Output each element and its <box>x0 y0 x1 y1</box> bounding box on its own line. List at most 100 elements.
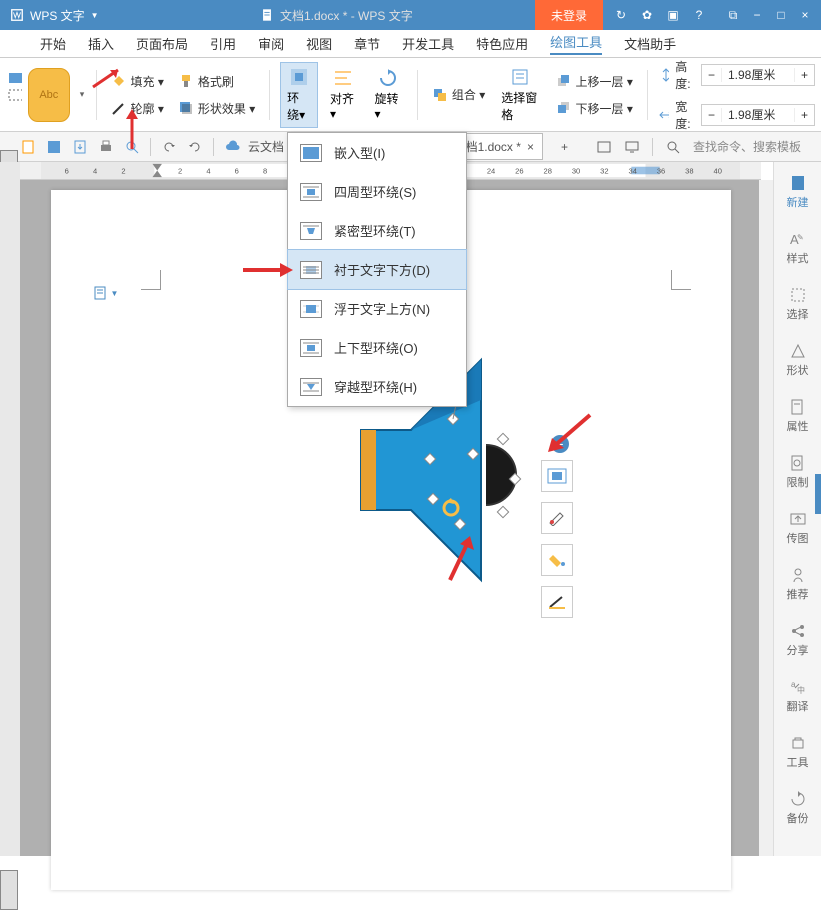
restore-icon[interactable]: ⧉ <box>725 7 741 23</box>
tab-insert[interactable]: 插入 <box>88 34 114 53</box>
wrap-square[interactable]: 四周型环绕(S) <box>288 172 466 211</box>
tab-doc-assist[interactable]: 文档助手 <box>624 34 676 53</box>
skin-icon[interactable]: ▣ <box>665 7 681 23</box>
add-tab-button[interactable]: + <box>553 140 576 154</box>
height-icon <box>658 67 670 83</box>
svg-text:中: 中 <box>797 685 805 695</box>
svg-text:28: 28 <box>544 166 552 175</box>
svg-text:2: 2 <box>121 166 125 175</box>
wrap-tight[interactable]: 紧密型环绕(T) <box>288 211 466 250</box>
width-input[interactable]: − 1.98厘米 + <box>701 104 815 126</box>
app-name: WPS 文字 ▼ <box>0 7 109 24</box>
svg-text:30: 30 <box>572 166 580 175</box>
tab-reference[interactable]: 引用 <box>210 34 236 53</box>
screen-icon[interactable] <box>624 139 640 155</box>
height-input[interactable]: − 1.98厘米 + <box>701 64 815 86</box>
sync-icon[interactable]: ↻ <box>613 7 629 23</box>
select-pane-button[interactable]: 选择窗格 <box>495 63 545 127</box>
width-icon <box>658 107 670 123</box>
width-plus[interactable]: + <box>794 108 814 122</box>
side-select[interactable]: 选择 <box>774 280 821 328</box>
side-translate[interactable]: a中翻译 <box>774 672 821 720</box>
tab-view[interactable]: 视图 <box>306 34 332 53</box>
side-tools[interactable]: 工具 <box>774 728 821 776</box>
wrap-front-text[interactable]: 浮于文字上方(N) <box>288 289 466 328</box>
doc-tab-close-icon[interactable]: × <box>527 140 534 154</box>
search-placeholder[interactable]: 查找命令、搜索模板 <box>693 138 801 155</box>
mini-edit-icon[interactable] <box>541 502 573 534</box>
search-icon[interactable] <box>665 139 681 155</box>
svg-text:2: 2 <box>178 166 182 175</box>
tab-start[interactable]: 开始 <box>40 34 66 53</box>
app-dropdown-icon[interactable]: ▼ <box>91 11 99 20</box>
wrap-through[interactable]: 穿越型环绕(H) <box>288 367 466 406</box>
tab-dev[interactable]: 开发工具 <box>402 34 454 53</box>
format-painter-button[interactable]: 格式刷 <box>174 71 259 92</box>
side-limit[interactable]: 限制 <box>774 448 821 496</box>
height-minus[interactable]: − <box>702 68 722 82</box>
side-shape[interactable]: 形状 <box>774 336 821 384</box>
side-style[interactable]: A✎样式 <box>774 224 821 272</box>
svg-text:6: 6 <box>65 166 69 175</box>
tab-drawing-tools[interactable]: 绘图工具 <box>550 32 602 55</box>
side-upload-image[interactable]: 传图 <box>774 504 821 552</box>
side-panel-collapse-handle[interactable] <box>815 474 821 514</box>
app-name-text: WPS 文字 <box>30 7 85 24</box>
minimize-icon[interactable]: − <box>749 7 765 23</box>
title-doc-text: 文档1.docx * - WPS 文字 <box>280 7 413 24</box>
redo-icon[interactable] <box>187 139 203 155</box>
mini-fill-icon[interactable] <box>541 544 573 576</box>
settings-gear-icon[interactable]: ✿ <box>639 7 655 23</box>
edit-shape-icon[interactable] <box>6 70 22 120</box>
side-new[interactable]: 新建 <box>774 168 821 216</box>
svg-text:34: 34 <box>629 166 637 175</box>
maximize-icon[interactable]: □ <box>773 7 789 23</box>
paragraph-options-icon[interactable]: ▼ <box>93 285 119 301</box>
mini-outline-icon[interactable] <box>541 586 573 618</box>
svg-text:✎: ✎ <box>797 233 804 242</box>
height-plus[interactable]: + <box>794 68 814 82</box>
align-button[interactable]: 对齐 ▾ <box>324 64 363 125</box>
send-backward-button[interactable]: 下移一层 ▾ <box>552 98 637 119</box>
style-dropdown-icon[interactable]: ▾ <box>76 89 86 100</box>
export-icon[interactable] <box>72 139 88 155</box>
side-property[interactable]: 属性 <box>774 392 821 440</box>
tab-section[interactable]: 章节 <box>354 34 380 53</box>
height-value[interactable]: 1.98厘米 <box>722 66 794 83</box>
print-icon[interactable] <box>98 139 114 155</box>
margin-corner-tr <box>671 270 691 290</box>
tab-special[interactable]: 特色应用 <box>476 34 528 53</box>
height-label: 高度: <box>675 58 695 92</box>
shape-style-preview[interactable]: Abc <box>28 68 70 122</box>
help-icon[interactable]: ? <box>691 7 707 23</box>
wrap-behind-text[interactable]: 衬于文字下方(D) <box>287 249 467 290</box>
doc-icon <box>260 8 274 22</box>
side-recommend[interactable]: 推荐 <box>774 560 821 608</box>
combine-button[interactable]: 组合 ▾ <box>428 84 489 105</box>
read-mode-icon[interactable] <box>596 139 612 155</box>
new-icon[interactable] <box>20 139 36 155</box>
close-icon[interactable]: × <box>797 7 813 23</box>
side-share[interactable]: 分享 <box>774 616 821 664</box>
document-tab[interactable]: 档1.docx * × <box>457 133 543 160</box>
shape-effect-button[interactable]: 形状效果 ▾ <box>174 98 259 119</box>
bring-forward-button[interactable]: 上移一层 ▾ <box>552 71 637 92</box>
tab-layout[interactable]: 页面布局 <box>136 34 188 53</box>
login-status[interactable]: 未登录 <box>535 0 603 30</box>
shape-mini-toolbar <box>541 460 573 618</box>
annotation-arrow-1 <box>88 62 128 97</box>
wrap-top-bottom[interactable]: 上下型环绕(O) <box>288 328 466 367</box>
rotate-button[interactable]: 旋转 ▾ <box>369 64 408 125</box>
svg-text:26: 26 <box>515 166 523 175</box>
tab-review[interactable]: 审阅 <box>258 34 284 53</box>
width-value[interactable]: 1.98厘米 <box>722 106 794 123</box>
width-minus[interactable]: − <box>702 108 722 122</box>
wrap-inline[interactable]: 嵌入型(I) <box>288 133 466 172</box>
undo-icon[interactable] <box>161 139 177 155</box>
save-icon[interactable] <box>46 139 62 155</box>
wrap-button[interactable]: 环绕▾ <box>280 62 318 128</box>
annotation-arrow-2 <box>120 104 150 159</box>
vertical-scrollbar[interactable] <box>759 180 773 856</box>
side-backup[interactable]: 备份 <box>774 784 821 832</box>
svg-text:4: 4 <box>93 166 97 175</box>
